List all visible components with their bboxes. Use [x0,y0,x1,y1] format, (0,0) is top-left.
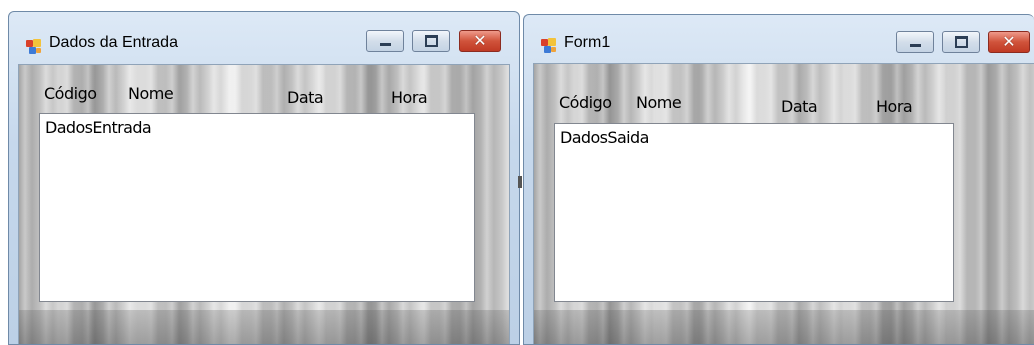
window-title: Dados da Entrada [49,34,178,51]
column-header-data: Data [781,97,818,116]
minimize-icon [909,43,921,47]
windows-form-icon [541,38,557,54]
column-header-codigo: Código [44,84,97,103]
maximize-button[interactable] [942,31,980,53]
listbox-dados-entrada[interactable]: DadosEntrada [39,113,475,302]
close-button[interactable]: ✕ [459,30,501,52]
column-header-hora: Hora [876,97,913,116]
bottom-strip [534,310,1034,344]
bottom-strip [19,310,509,344]
column-header-nome: Nome [636,93,682,112]
form-client-area: Código Nome Data Hora DadosSaida [533,63,1034,344]
maximize-icon [954,36,968,48]
form-client-area: Código Nome Data Hora DadosEntrada [18,64,510,344]
close-icon: ✕ [1002,32,1016,51]
listbox-dados-saida[interactable]: DadosSaida [554,123,954,302]
minimize-icon [379,42,391,46]
maximize-button[interactable] [412,30,450,52]
column-header-hora: Hora [391,88,428,107]
window-title: Form1 [564,34,611,51]
list-item[interactable]: DadosSaida [560,128,649,147]
splitter-handle[interactable] [518,176,522,188]
maximize-icon [424,35,438,47]
minimize-button[interactable] [366,30,404,52]
list-item[interactable]: DadosEntrada [45,118,152,137]
column-header-data: Data [287,88,324,107]
title-bar[interactable]: Form1 ✕ [524,15,1034,65]
windows-form-icon [26,39,42,55]
close-button[interactable]: ✕ [988,31,1030,53]
column-header-codigo: Código [559,93,612,112]
window-dados-da-entrada[interactable]: Dados da Entrada ✕ Código Nome Data Hora… [8,11,520,345]
minimize-button[interactable] [896,31,934,53]
column-header-nome: Nome [128,84,174,103]
title-bar[interactable]: Dados da Entrada ✕ [9,12,519,62]
close-icon: ✕ [473,31,487,50]
window-form1[interactable]: Form1 ✕ Código Nome Data Hora DadosSaida [523,14,1034,345]
